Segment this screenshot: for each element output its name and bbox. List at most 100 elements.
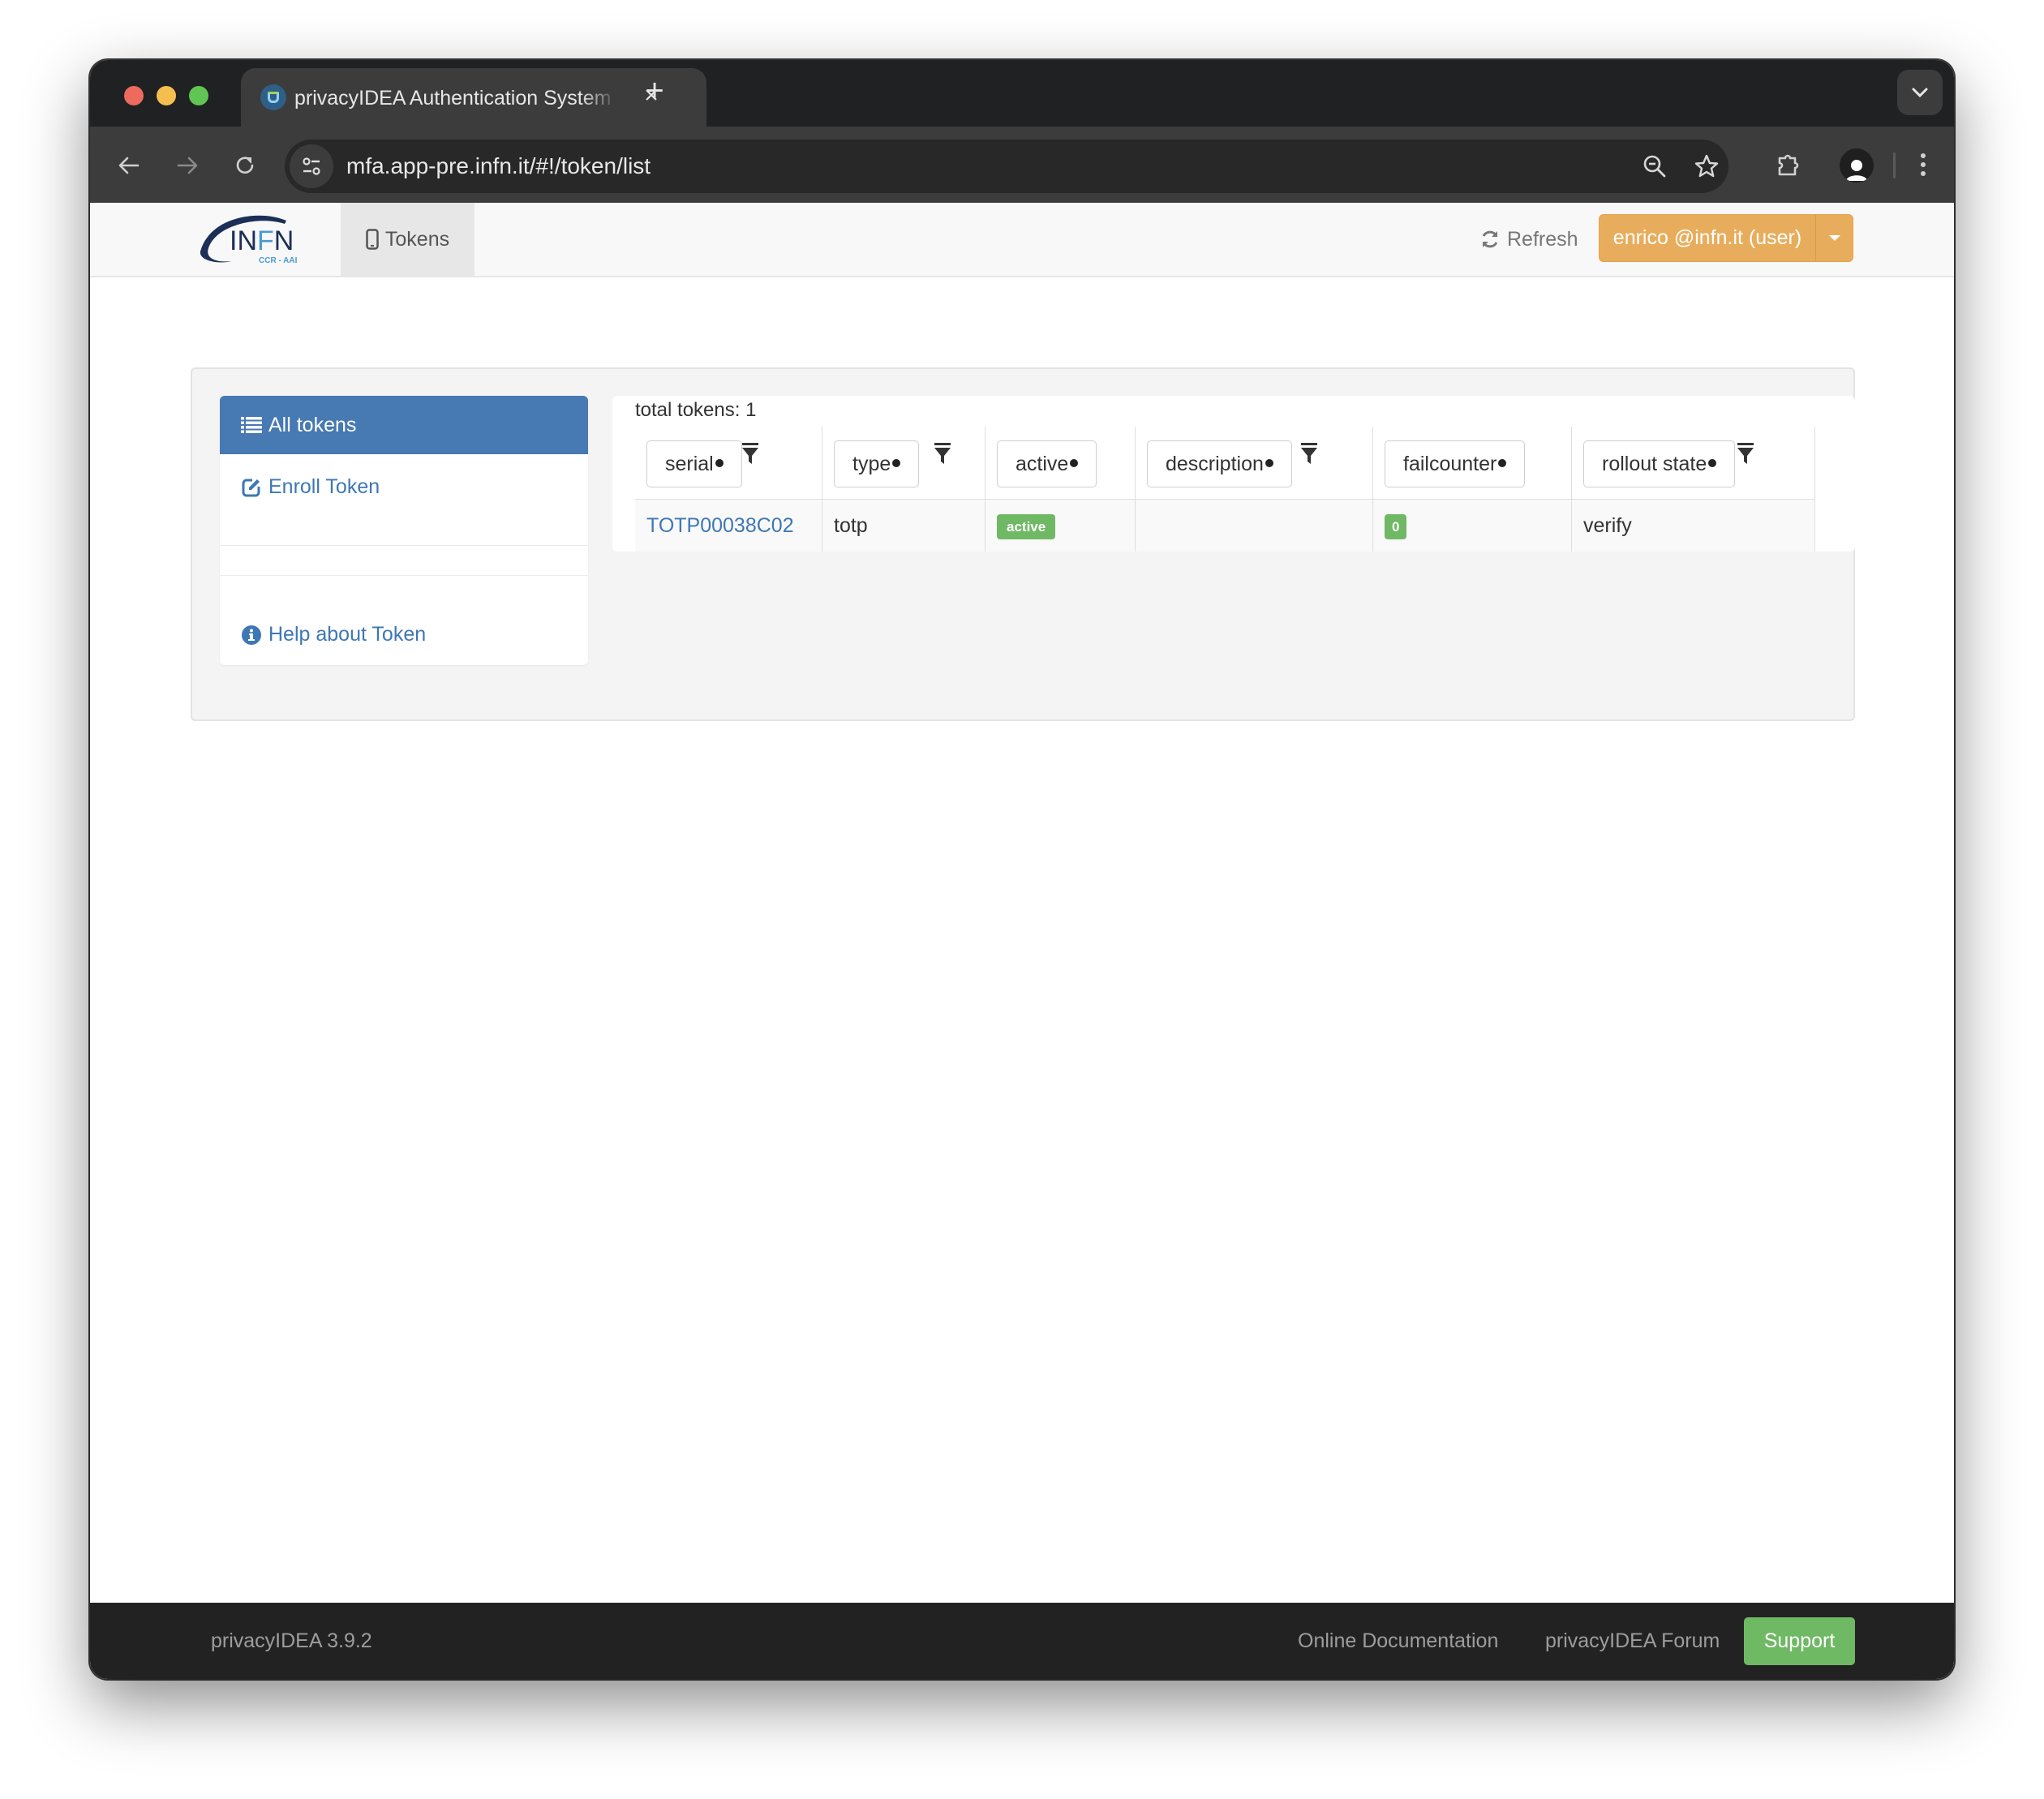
nav-tokens-label: Tokens bbox=[384, 227, 450, 251]
mobile-phone-icon bbox=[366, 229, 379, 250]
app-version: privacyIDEA 3.9.2 bbox=[211, 1629, 372, 1652]
brand-sub: CCR - AAI bbox=[259, 256, 298, 265]
browser-window: privacyIDEA Authentication System × + mf… bbox=[90, 60, 1954, 1679]
user-dropdown-toggle[interactable] bbox=[1815, 215, 1853, 261]
infn-logo[interactable]: INFN CCR - AAI bbox=[195, 211, 301, 268]
sort-serial-button[interactable]: serial bbox=[646, 440, 742, 487]
chevron-down-icon bbox=[1912, 88, 1928, 98]
user-menu-button[interactable]: enrico @infn.it (user) bbox=[1599, 214, 1853, 262]
reload-button[interactable] bbox=[227, 148, 263, 183]
tune-icon bbox=[303, 157, 320, 175]
table-row: 0 bbox=[1373, 500, 1571, 552]
tab-title: privacyIDEA Authentication System bbox=[294, 87, 612, 109]
refresh-icon bbox=[1482, 230, 1498, 248]
privacyidea-forum-link[interactable]: privacyIDEA Forum bbox=[1545, 1603, 1720, 1679]
column-description: description bbox=[1136, 427, 1373, 552]
table-header-cell: rollout state bbox=[1572, 427, 1814, 500]
table-row: totp bbox=[822, 500, 985, 552]
sidebar-item-label: Enroll Token bbox=[268, 475, 380, 498]
table-row: TOTP00038C02 bbox=[635, 500, 822, 552]
sort-description-button[interactable]: description bbox=[1147, 440, 1292, 487]
token-type: totp bbox=[834, 514, 868, 537]
back-button[interactable] bbox=[111, 148, 147, 183]
browser-toolbar: mfa.app-pre.infn.it/#!/token/list bbox=[90, 127, 1954, 203]
reload-icon bbox=[236, 157, 254, 174]
zoom-button[interactable] bbox=[1637, 148, 1673, 184]
sort-type-button[interactable]: type bbox=[834, 440, 920, 487]
sort-rollout-state-button[interactable]: rollout state bbox=[1583, 440, 1736, 487]
table-header-cell: failcounter bbox=[1373, 427, 1571, 500]
token-active-badge[interactable]: active bbox=[997, 514, 1056, 539]
filter-type-icon[interactable] bbox=[933, 441, 952, 466]
column-failcounter: failcounter 0 bbox=[1373, 427, 1572, 552]
tab-search-button[interactable] bbox=[1897, 70, 1943, 115]
online-documentation-link[interactable]: Online Documentation bbox=[1298, 1603, 1498, 1679]
table-header-cell: type bbox=[822, 427, 985, 500]
table-header-cell: description bbox=[1136, 427, 1372, 500]
site-info-button[interactable] bbox=[290, 144, 333, 188]
browser-menu-button[interactable] bbox=[1905, 147, 1941, 182]
sidebar-item-label: All tokens bbox=[268, 413, 357, 436]
table-row: active bbox=[986, 500, 1135, 552]
app-navbar: INFN CCR - AAI Tokens Refresh enrico @in… bbox=[90, 203, 1954, 277]
sidebar-item-help-token[interactable]: Help about Token bbox=[241, 623, 426, 646]
sidebar-item-all-tokens[interactable]: All tokens bbox=[220, 396, 588, 454]
sidebar-item-label: Help about Token bbox=[268, 623, 427, 646]
sidebar-item-enroll-token[interactable]: Enroll Token bbox=[241, 475, 380, 499]
zoom-out-icon bbox=[1643, 155, 1666, 178]
token-table: serial TOTP00038C02 type totp active act… bbox=[635, 427, 1831, 552]
table-header-cell: serial bbox=[635, 427, 822, 500]
kebab-icon bbox=[1921, 153, 1926, 176]
url-text[interactable]: mfa.app-pre.infn.it/#!/token/list bbox=[346, 140, 651, 193]
edit-icon bbox=[242, 479, 260, 496]
column-rollout-state: rollout state verify bbox=[1572, 427, 1815, 552]
token-sidebar: All tokens Enroll Token Help about Token bbox=[220, 396, 588, 665]
token-table-card: total tokens: 1 serial TOTP00038C02 type… bbox=[612, 396, 1855, 552]
new-tab-icon[interactable]: + bbox=[638, 75, 671, 107]
minimize-window-button[interactable] bbox=[157, 86, 176, 105]
brand-main: INFN bbox=[230, 225, 294, 256]
address-bar[interactable]: mfa.app-pre.infn.it/#!/token/list bbox=[285, 140, 1728, 193]
toolbar-divider bbox=[1893, 152, 1896, 178]
support-button[interactable]: Support bbox=[1744, 1617, 1855, 1665]
total-tokens-count: total tokens: 1 bbox=[635, 399, 757, 421]
filter-rollout-state-icon[interactable] bbox=[1736, 441, 1755, 466]
list-icon bbox=[241, 417, 262, 433]
info-circle-icon bbox=[242, 625, 261, 645]
maximize-window-button[interactable] bbox=[189, 86, 208, 105]
arrow-right-icon bbox=[177, 157, 198, 174]
table-header-cell: active bbox=[986, 427, 1135, 500]
sidebar-divider bbox=[220, 545, 588, 546]
browser-tab-active[interactable]: privacyIDEA Authentication System × bbox=[241, 68, 706, 127]
sort-failcounter-button[interactable]: failcounter bbox=[1385, 440, 1526, 487]
close-window-button[interactable] bbox=[124, 86, 144, 105]
forward-button[interactable] bbox=[170, 148, 205, 183]
filter-serial-icon[interactable] bbox=[741, 441, 760, 466]
refresh-button[interactable]: Refresh bbox=[1479, 203, 1578, 276]
token-serial-link[interactable]: TOTP00038C02 bbox=[646, 500, 794, 552]
nav-tokens-tab[interactable]: Tokens bbox=[341, 203, 474, 276]
profile-button[interactable] bbox=[1840, 148, 1874, 182]
bookmark-button[interactable] bbox=[1689, 148, 1724, 184]
column-type: type totp bbox=[822, 427, 986, 552]
token-failcounter-badge[interactable]: 0 bbox=[1385, 514, 1407, 539]
tab-strip: privacyIDEA Authentication System × + bbox=[90, 60, 1954, 127]
token-panel: All tokens Enroll Token Help about Token… bbox=[191, 367, 1855, 721]
sort-active-button[interactable]: active bbox=[997, 440, 1097, 487]
privacyidea-favicon-icon bbox=[260, 84, 286, 110]
star-icon bbox=[1694, 154, 1719, 178]
column-serial: serial TOTP00038C02 bbox=[635, 427, 822, 552]
person-icon bbox=[1846, 160, 1867, 181]
table-row bbox=[1136, 500, 1372, 552]
refresh-label: Refresh bbox=[1507, 227, 1578, 251]
user-label[interactable]: enrico @infn.it (user) bbox=[1600, 215, 1815, 261]
table-row: verify bbox=[1572, 500, 1814, 552]
caret-down-icon bbox=[1828, 235, 1840, 241]
filter-description-icon[interactable] bbox=[1299, 441, 1319, 466]
token-rollout-state: verify bbox=[1583, 514, 1632, 537]
column-active: active active bbox=[986, 427, 1136, 552]
extensions-button[interactable] bbox=[1771, 147, 1807, 182]
puzzle-icon bbox=[1778, 154, 1799, 176]
page-content: INFN CCR - AAI Tokens Refresh enrico @in… bbox=[90, 203, 1954, 1679]
arrow-left-icon bbox=[118, 157, 140, 174]
